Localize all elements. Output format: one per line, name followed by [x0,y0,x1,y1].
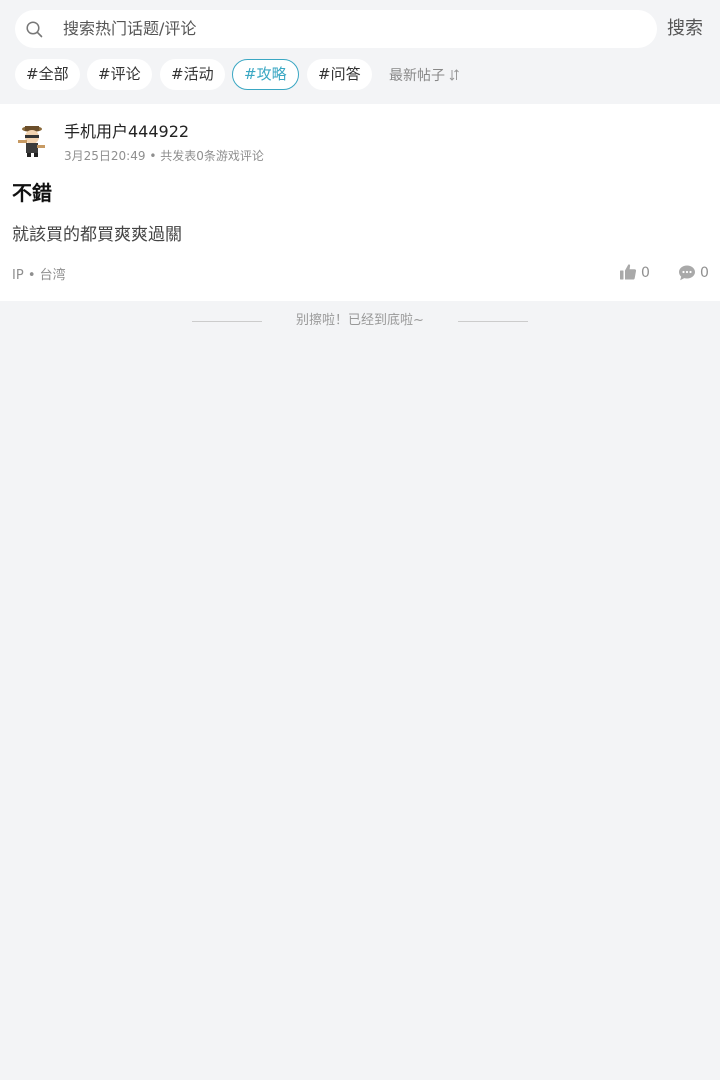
search-icon [26,21,43,38]
search-input[interactable]: 搜索热门话题/评论 [15,10,657,48]
post-username[interactable]: 手机用户444922 [64,118,189,142]
post-meta: 3月25日20:49 • 共发表0条游戏评论 [64,147,264,164]
post-title: 不錯 [12,181,52,205]
ip-separator: • [27,268,40,283]
sort-dropdown[interactable]: 最新帖子 [389,62,460,90]
tag-review[interactable]: #评论 [87,59,152,90]
search-button[interactable]: 搜索 [667,9,703,49]
post-ip: IP • 台湾 [12,264,66,283]
ip-label: IP [12,268,24,283]
tag-guide[interactable]: #攻略 [232,59,299,90]
post-timestamp: 3月25日20:49 [64,149,146,163]
thumbs-up-icon [620,264,637,280]
meta-separator: • [149,149,161,163]
divider-right [458,321,528,322]
sort-label: 最新帖子 [389,68,445,84]
comment-bubble-icon [679,265,695,281]
search-bar: 搜索热门话题/评论 搜索 [0,0,720,58]
post-author-stats: 共发表0条游戏评论 [160,149,264,163]
post-content: 就該買的都買爽爽過關 [12,225,182,245]
ip-location: 台湾 [39,268,66,283]
comment-count: 0 [700,265,709,281]
end-of-list-note: 别擦啦！已经到底啦~ [0,310,720,332]
end-note-text: 别擦啦！已经到底啦~ [296,313,424,328]
tag-qa[interactable]: #问答 [307,59,372,90]
tag-event[interactable]: #活动 [160,59,225,90]
avatar[interactable] [13,121,51,159]
sort-arrows-icon [450,69,460,81]
search-placeholder: 搜索热门话题/评论 [63,19,197,38]
tag-filter-bar: #全部 #评论 #活动 #攻略 #问答 最新帖子 [0,58,720,92]
tag-all[interactable]: #全部 [15,59,80,90]
like-count: 0 [641,265,650,281]
post-card[interactable]: 手机用户444922 3月25日20:49 • 共发表0条游戏评论 不錯 就該買… [0,104,720,301]
